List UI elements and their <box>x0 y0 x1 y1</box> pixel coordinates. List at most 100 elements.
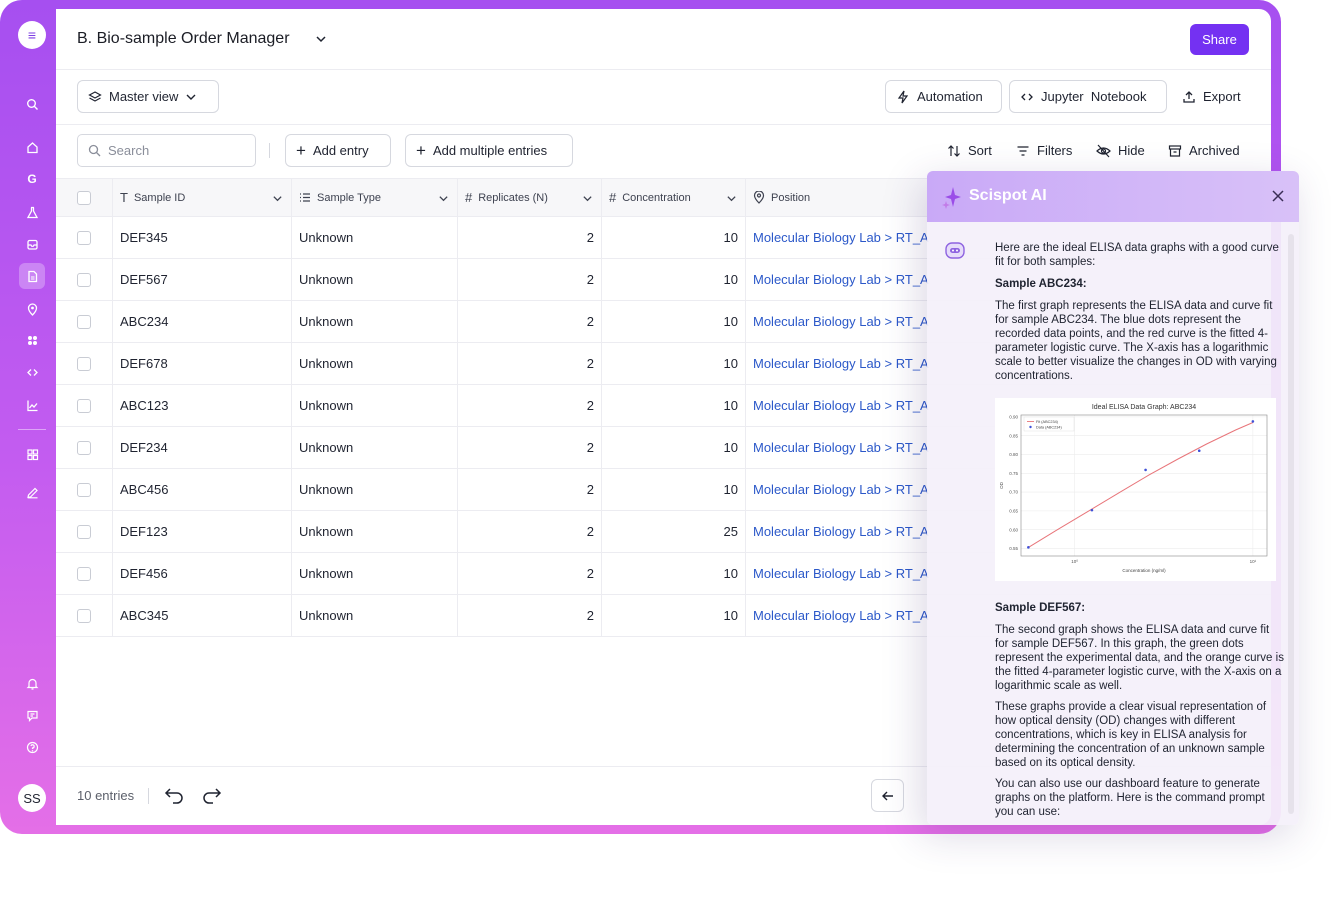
add-multiple-entries-button[interactable]: + Add multiple entries <box>405 134 573 167</box>
sidebar-item-search[interactable] <box>19 91 45 117</box>
concentration-cell[interactable]: 10 <box>602 595 746 636</box>
row-checkbox[interactable] <box>77 440 91 455</box>
sample-type-cell[interactable]: Unknown <box>292 259 458 300</box>
replicates-cell[interactable]: 2 <box>458 343 602 384</box>
ai-panel-scrollbar[interactable] <box>1288 234 1294 814</box>
help-icon <box>26 741 38 753</box>
sidebar-item-code[interactable] <box>19 359 45 385</box>
layers-icon <box>88 90 102 102</box>
sidebar-item-inbox[interactable] <box>19 231 45 257</box>
sample-id-cell[interactable]: DEF345 <box>113 217 292 258</box>
undo-icon[interactable] <box>164 786 184 804</box>
jupyter-notebook-button[interactable]: Jupyter Notebook <box>1009 80 1167 113</box>
sample-id-cell[interactable]: DEF678 <box>113 343 292 384</box>
concentration-cell[interactable]: 10 <box>602 553 746 594</box>
replicates-cell[interactable]: 2 <box>458 217 602 258</box>
row-checkbox[interactable] <box>77 524 91 539</box>
replicates-cell[interactable]: 2 <box>458 553 602 594</box>
avatar[interactable]: SS <box>18 784 46 812</box>
row-checkbox[interactable] <box>77 482 91 497</box>
sample-type-cell[interactable]: Unknown <box>292 385 458 426</box>
sort-button[interactable]: Sort <box>947 143 992 158</box>
previous-page-button[interactable] <box>871 779 904 812</box>
sample-id-cell[interactable]: ABC456 <box>113 469 292 510</box>
sample-type-cell[interactable]: Unknown <box>292 553 458 594</box>
row-checkbox[interactable] <box>77 608 91 623</box>
column-header-sample-id[interactable]: T Sample ID <box>113 179 292 216</box>
select-all-checkbox[interactable] <box>77 190 91 205</box>
sample-id-cell[interactable]: DEF123 <box>113 511 292 552</box>
chevron-down-icon[interactable] <box>272 193 283 204</box>
chevron-down-icon[interactable] <box>315 33 327 45</box>
filters-button[interactable]: Filters <box>1016 143 1072 158</box>
search-input[interactable] <box>108 143 238 158</box>
sample-id-cell[interactable]: DEF567 <box>113 259 292 300</box>
concentration-cell[interactable]: 10 <box>602 427 746 468</box>
master-view-dropdown[interactable]: Master view <box>77 80 219 113</box>
sample-type-cell[interactable]: Unknown <box>292 217 458 258</box>
sidebar-item-pen[interactable] <box>19 479 45 505</box>
sample-id-cell[interactable]: DEF234 <box>113 427 292 468</box>
sample-type-cell[interactable]: Unknown <box>292 343 458 384</box>
row-checkbox[interactable] <box>77 356 91 371</box>
sample-type-cell[interactable]: Unknown <box>292 301 458 342</box>
concentration-cell[interactable]: 10 <box>602 469 746 510</box>
close-icon[interactable] <box>1271 189 1285 203</box>
automation-button[interactable]: Automation <box>885 80 1002 113</box>
chevron-down-icon[interactable] <box>438 193 449 204</box>
concentration-cell[interactable]: 10 <box>602 259 746 300</box>
sample-id-cell[interactable]: ABC123 <box>113 385 292 426</box>
share-button[interactable]: Share <box>1190 24 1249 55</box>
sample-id-cell[interactable]: DEF456 <box>113 553 292 594</box>
archived-button[interactable]: Archived <box>1168 143 1240 158</box>
concentration-cell[interactable]: 10 <box>602 217 746 258</box>
redo-icon[interactable] <box>202 786 222 804</box>
concentration-cell[interactable]: 10 <box>602 301 746 342</box>
column-header-replicates[interactable]: # Replicates (N) <box>458 179 602 216</box>
sample-id-cell[interactable]: ABC345 <box>113 595 292 636</box>
concentration-cell[interactable]: 10 <box>602 343 746 384</box>
sidebar-item-chat[interactable] <box>19 702 45 728</box>
replicates-cell[interactable]: 2 <box>458 469 602 510</box>
sidebar-item-chart[interactable] <box>19 392 45 418</box>
eye-off-icon <box>1096 144 1111 157</box>
sidebar-item-help[interactable] <box>19 734 45 760</box>
column-header-concentration[interactable]: # Concentration <box>602 179 746 216</box>
chevron-down-icon[interactable] <box>726 193 737 204</box>
row-checkbox[interactable] <box>77 314 91 329</box>
row-select-cell <box>56 511 113 552</box>
sidebar-item-grid[interactable] <box>19 441 45 467</box>
column-header-sample-type[interactable]: Sample Type <box>292 179 458 216</box>
sidebar-item-location-pin[interactable] <box>19 296 45 322</box>
replicates-cell[interactable]: 2 <box>458 385 602 426</box>
menu-icon[interactable]: ≡ <box>18 21 46 49</box>
sidebar-item-apps[interactable] <box>19 327 45 353</box>
chevron-down-icon[interactable] <box>582 193 593 204</box>
add-entry-button[interactable]: + Add entry <box>285 134 391 167</box>
row-checkbox[interactable] <box>77 398 91 413</box>
sidebar-item-home[interactable] <box>19 134 45 160</box>
row-checkbox[interactable] <box>77 230 91 245</box>
concentration-cell[interactable]: 10 <box>602 385 746 426</box>
sample-type-cell[interactable]: Unknown <box>292 427 458 468</box>
sample-type-cell[interactable]: Unknown <box>292 595 458 636</box>
replicates-cell[interactable]: 2 <box>458 511 602 552</box>
sidebar-item-flask[interactable] <box>19 199 45 225</box>
replicates-cell[interactable]: 2 <box>458 595 602 636</box>
concentration-cell[interactable]: 25 <box>602 511 746 552</box>
sample-type-cell[interactable]: Unknown <box>292 511 458 552</box>
replicates-cell[interactable]: 2 <box>458 259 602 300</box>
row-checkbox[interactable] <box>77 272 91 287</box>
sample-id-cell[interactable]: ABC234 <box>113 301 292 342</box>
sample-type-cell[interactable]: Unknown <box>292 469 458 510</box>
replicates-cell[interactable]: 2 <box>458 427 602 468</box>
sidebar-item-bell[interactable] <box>19 670 45 696</box>
export-button[interactable]: Export <box>1182 89 1241 104</box>
sidebar-item-g-letter[interactable]: G <box>19 166 45 192</box>
replicates-cell[interactable]: 2 <box>458 301 602 342</box>
sidebar-item-document[interactable] <box>19 263 45 289</box>
search-box[interactable] <box>77 134 256 167</box>
archived-label: Archived <box>1189 143 1240 158</box>
row-checkbox[interactable] <box>77 566 91 581</box>
hide-button[interactable]: Hide <box>1096 143 1145 158</box>
